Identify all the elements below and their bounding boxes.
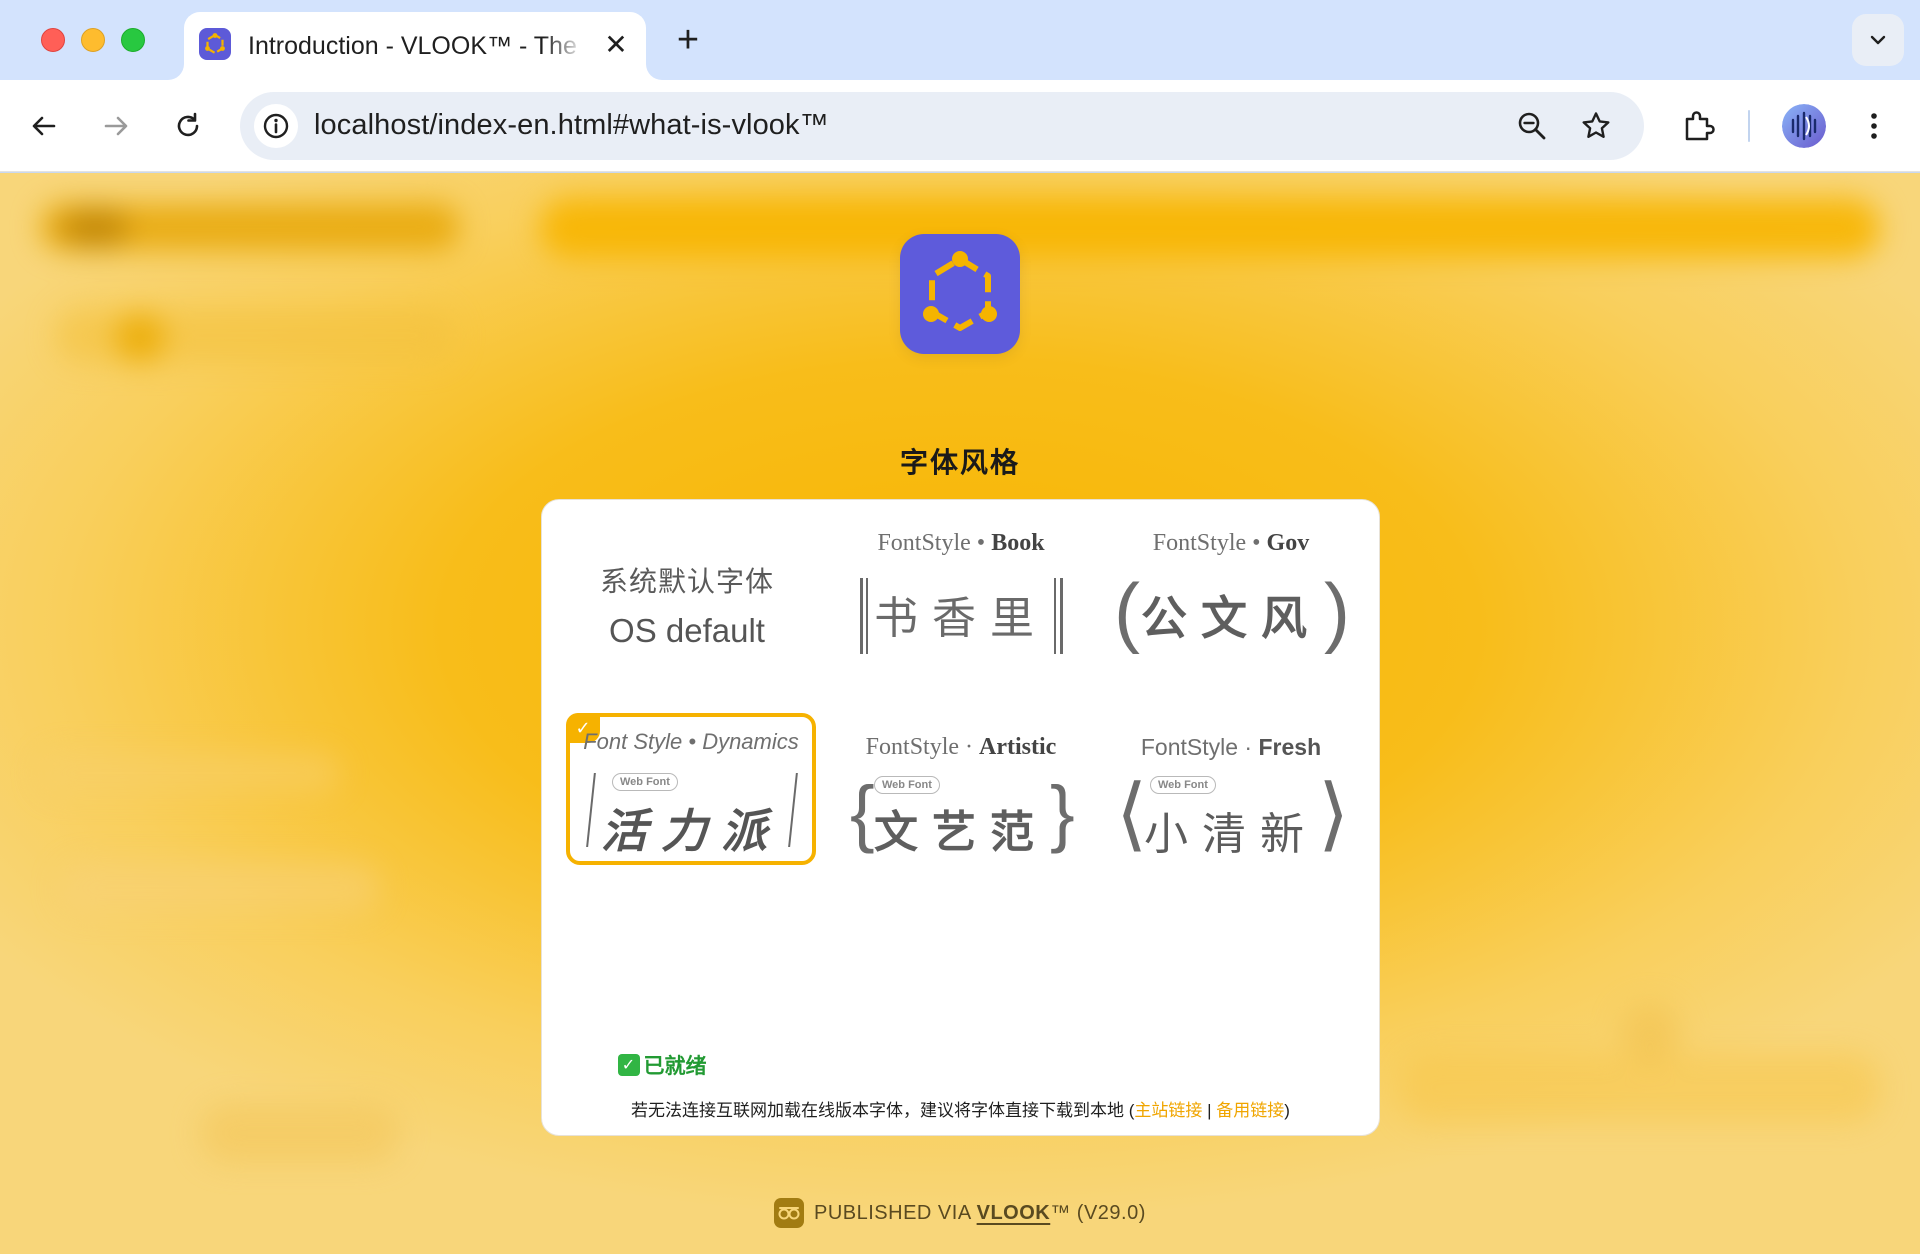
new-tab-button[interactable]: +: [668, 19, 708, 61]
address-bar[interactable]: localhost/index-en.html#what-is-vlook™: [240, 92, 1644, 160]
os-default-en-label: OS default: [609, 612, 765, 649]
ready-text: 已就绪: [643, 1055, 707, 1078]
vlook-logo-icon: [900, 234, 1020, 354]
backup-link[interactable]: 备用链接: [1216, 1101, 1284, 1120]
artistic-heading: FontStyle · Artistic: [865, 734, 1057, 760]
note-text: 若无法连接互联网加载在线版本字体，建议将字体直接下载到本地 (: [631, 1101, 1135, 1120]
font-option-dynamics[interactable]: ✓ Font Style • Dynamics Web Font 活力派: [566, 713, 816, 865]
vlook-mini-logo-icon: [774, 1198, 804, 1228]
font-option-artistic[interactable]: FontStyle · Artistic Web Font { } 文艺范: [836, 718, 1086, 868]
note-close: ): [1284, 1101, 1290, 1120]
tab-title: Introduction - VLOOK™ - The Elegant & Pr…: [248, 32, 584, 60]
gov-glyphs: 公文风: [1141, 591, 1321, 645]
os-default-cn-label: 系统默认字体: [599, 565, 774, 598]
window-close-button[interactable]: [41, 28, 65, 52]
window-minimize-button[interactable]: [81, 28, 105, 52]
fresh-glyphs: 小清新: [1144, 810, 1318, 859]
font-option-gov[interactable]: FontStyle • Gov ( ) 公文风: [1106, 514, 1356, 664]
font-style-panel: 系统默认字体 OS default FontStyle • Book 书香里 F…: [541, 499, 1380, 1136]
fresh-webfont-badge: Web Font: [1150, 776, 1216, 794]
tab-strip: Introduction - VLOOK™ - The Elegant & Pr…: [0, 0, 1920, 80]
gov-heading: FontStyle • Gov: [1152, 530, 1310, 556]
dynamics-heading: Font Style • Dynamics: [583, 729, 799, 754]
zoom-icon[interactable]: [1512, 106, 1552, 146]
url-text[interactable]: localhost/index-en.html#what-is-vlook™: [314, 109, 829, 142]
offline-font-note: 若无法连接互联网加载在线版本字体，建议将字体直接下载到本地 (主站链接 | 备用…: [542, 1096, 1379, 1121]
note-separator: |: [1202, 1101, 1217, 1120]
published-via-footer: PUBLISHED VIA VLOOK™ (V29.0): [774, 1196, 1154, 1230]
ready-status: ✓ 已就绪: [562, 1050, 762, 1080]
browser-toolbar: localhost/index-en.html#what-is-vlook™: [0, 80, 1920, 172]
artistic-glyphs: 文艺范: [874, 807, 1048, 858]
font-option-book[interactable]: FontStyle • Book 书香里: [836, 514, 1086, 664]
artistic-webfont-badge: Web Font: [874, 776, 940, 794]
font-option-fresh[interactable]: FontStyle · Fresh Web Font ⟨ ⟩ 小清新: [1106, 718, 1356, 868]
fresh-heading: FontStyle · Fresh: [1140, 734, 1322, 760]
back-icon[interactable]: [22, 104, 66, 148]
reload-icon[interactable]: [166, 104, 210, 148]
window-zoom-button[interactable]: [121, 28, 145, 52]
profile-avatar[interactable]: [1782, 104, 1826, 148]
vlook-favicon-icon: [199, 28, 231, 60]
tab-search-chevron-icon[interactable]: [1852, 14, 1904, 66]
site-info-icon[interactable]: [254, 104, 298, 148]
page-viewport: 字体风格 系统默认字体 OS default FontStyle • Book …: [0, 173, 1920, 1254]
bookmark-star-icon[interactable]: [1576, 106, 1616, 146]
vlook-brand-link[interactable]: VLOOK: [977, 1202, 1051, 1224]
footer-text: PUBLISHED VIA VLOOK™ (V29.0): [814, 1201, 1146, 1224]
toolbar-separator: [1748, 110, 1750, 142]
tab-close-icon[interactable]: ✕: [600, 28, 632, 60]
font-option-os-default[interactable]: 系统默认字体 OS default: [562, 520, 812, 670]
font-style-title: 字体风格: [899, 447, 1020, 478]
dynamics-glyphs: 活力派: [601, 805, 781, 857]
ready-check-icon: ✓: [617, 1054, 640, 1076]
book-glyphs: 书香里: [874, 593, 1048, 644]
main-site-link[interactable]: 主站链接: [1134, 1101, 1202, 1120]
menu-dots-icon[interactable]: [1852, 104, 1896, 148]
extensions-icon[interactable]: [1676, 104, 1720, 148]
forward-icon[interactable]: [94, 104, 138, 148]
active-tab[interactable]: Introduction - VLOOK™ - The Elegant & Pr…: [184, 12, 646, 80]
book-heading: FontStyle • Book: [877, 530, 1045, 556]
dynamics-webfont-badge: Web Font: [612, 773, 678, 791]
